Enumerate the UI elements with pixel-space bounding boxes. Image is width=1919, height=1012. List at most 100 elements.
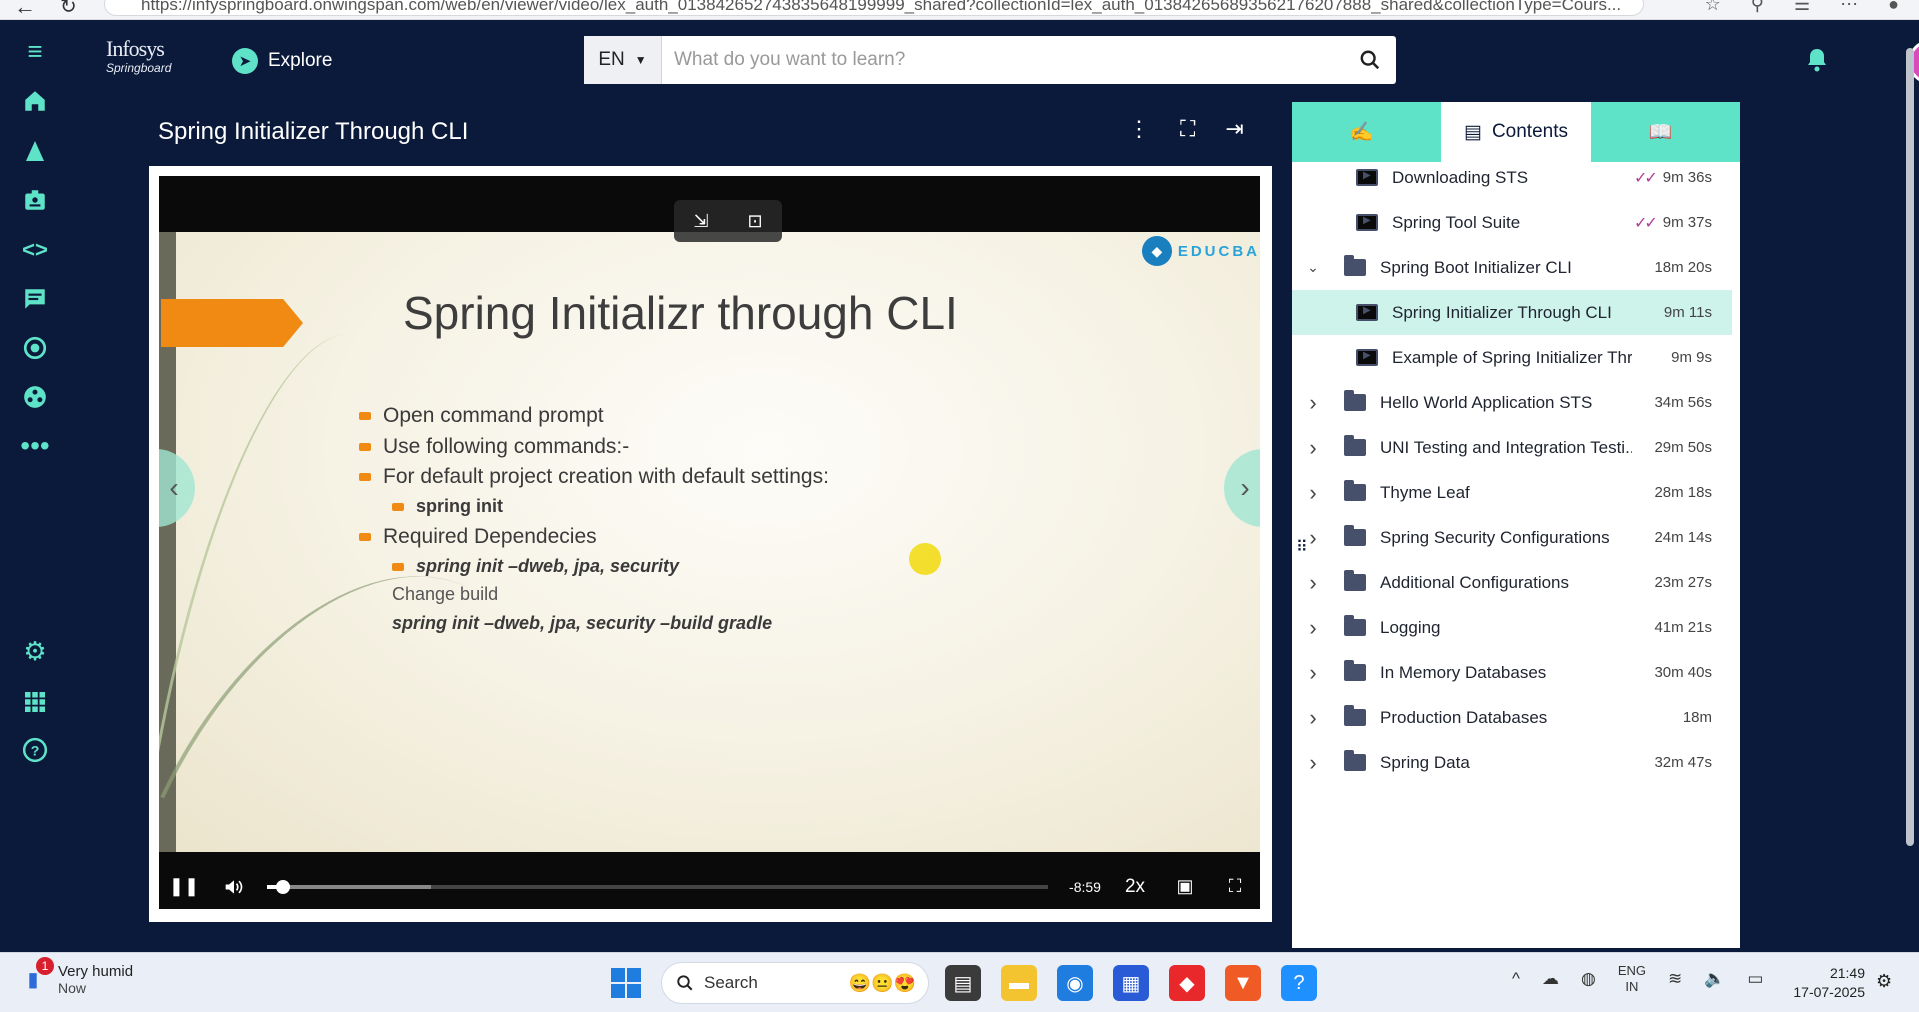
code-icon[interactable]: <>: [16, 231, 54, 269]
help-icon[interactable]: ?: [16, 731, 54, 769]
badge-icon[interactable]: [16, 181, 54, 219]
target-icon[interactable]: [16, 329, 54, 367]
exit-pip-icon[interactable]: ⇲: [693, 211, 708, 232]
folder-icon: [1344, 525, 1366, 546]
chevron-right-icon[interactable]: ›: [1304, 480, 1322, 506]
windows-start-icon[interactable]: [611, 968, 641, 998]
help-app-icon[interactable]: ?: [1281, 965, 1317, 1001]
folder-icon: [1344, 705, 1366, 726]
input-language[interactable]: ENG IN: [1618, 963, 1646, 995]
contents-list: Downloading STS✓✓9m 36sSpring Tool Suite…: [1292, 162, 1740, 948]
address-bar[interactable]: https://infyspringboard.onwingspan.com/w…: [104, 0, 1644, 16]
module-row[interactable]: ⌄ Spring Boot Initializer CLI 18m 20s: [1292, 245, 1732, 290]
chevron-up-icon[interactable]: ^: [1512, 969, 1520, 989]
module-row[interactable]: › Spring Security Configurations 24m 14s: [1292, 515, 1732, 560]
scrubber-handle[interactable]: [275, 879, 290, 894]
video-player: ◆ EDUCBA Spring Initializr through CLI O…: [149, 166, 1272, 922]
tab-contents[interactable]: ▤ Contents: [1441, 102, 1591, 162]
taskbar-search[interactable]: Search 😄😐😍: [661, 962, 929, 1004]
weather-text: Very humid: [58, 963, 134, 980]
extensions-icon[interactable]: ⚲: [1751, 0, 1764, 15]
module-row[interactable]: › Logging 41m 21s: [1292, 605, 1732, 650]
module-row[interactable]: › UNI Testing and Integration Testi... 29m…: [1292, 425, 1732, 470]
caret-down-icon: ▼: [634, 53, 647, 67]
lesson-row[interactable]: Spring Initializer Through CLI 9m 11s: [1292, 290, 1732, 335]
video-fullscreen-icon[interactable]: ⛶: [1210, 876, 1260, 897]
wifi-icon[interactable]: ≋: [1668, 969, 1682, 989]
item-duration: 41m 21s: [1654, 619, 1712, 636]
search-input[interactable]: [662, 37, 1344, 83]
weather-widget[interactable]: ▮ 1 Very humid Now: [18, 956, 134, 996]
chevron-right-icon[interactable]: ›: [1304, 435, 1322, 461]
notification-center-icon[interactable]: ⚙: [1876, 971, 1892, 992]
slide-bullet: For default project creation with defaul…: [359, 465, 829, 489]
brave-browser-icon[interactable]: ▼: [1225, 965, 1261, 1001]
module-row[interactable]: › Thyme Leaf 28m 18s: [1292, 470, 1732, 515]
home-icon[interactable]: [16, 82, 54, 120]
visual-search-icon[interactable]: ⊡: [747, 211, 762, 232]
module-row[interactable]: › Production Databases 18m: [1292, 695, 1732, 740]
pause-icon[interactable]: ❚❚: [159, 876, 209, 897]
volume-icon[interactable]: [209, 878, 259, 896]
collapse-panel-icon[interactable]: ⇥: [1225, 116, 1243, 142]
edge-browser-icon[interactable]: ◉: [1057, 965, 1093, 1001]
search-icon[interactable]: [1344, 49, 1396, 71]
system-clock[interactable]: 21:49 17-07-2025: [1785, 964, 1865, 1002]
gear-icon[interactable]: ⚙: [16, 632, 54, 670]
battery-icon[interactable]: ▭: [1747, 969, 1763, 989]
playback-speed-button[interactable]: 2x: [1110, 876, 1160, 898]
diamond-app-icon[interactable]: ◆: [1169, 965, 1205, 1001]
video-surface[interactable]: ◆ EDUCBA Spring Initializr through CLI O…: [159, 176, 1260, 909]
module-row[interactable]: › Hello World Application STS 34m 56s: [1292, 380, 1732, 425]
community-icon[interactable]: [16, 378, 54, 416]
module-row[interactable]: › Additional Configurations 23m 27s: [1292, 560, 1732, 605]
navigation-icon[interactable]: [16, 132, 54, 170]
chevron-right-icon[interactable]: ›: [1304, 705, 1322, 731]
chevron-right-icon[interactable]: ›: [1304, 750, 1322, 776]
picture-in-picture-icon[interactable]: ▣: [1160, 876, 1210, 897]
weather-badge: 1: [36, 956, 54, 975]
network-globe-icon[interactable]: ◍: [1581, 969, 1596, 989]
scrollbar[interactable]: [1906, 48, 1914, 846]
item-title: Production Databases: [1380, 707, 1548, 727]
reload-icon[interactable]: ↻: [60, 0, 77, 19]
chat-icon[interactable]: [16, 280, 54, 318]
chevron-right-icon[interactable]: ›: [1304, 615, 1322, 641]
favorites-icon[interactable]: ☰: [1794, 0, 1810, 15]
tab-notes[interactable]: 📖: [1591, 102, 1740, 162]
back-arrow-icon[interactable]: ←: [14, 0, 36, 20]
lesson-row[interactable]: Downloading STS ✓✓9m 36s: [1292, 162, 1732, 200]
explore-button[interactable]: ➤ Explore: [232, 48, 332, 74]
video-overlay-tools: ⇲ ⊡: [674, 200, 782, 242]
task-view-icon[interactable]: ▤: [945, 965, 981, 1001]
tab-discussion[interactable]: ✍: [1292, 102, 1441, 162]
speaker-icon[interactable]: 🔈: [1704, 969, 1725, 989]
slide-frame: ◆ EDUCBA Spring Initializr through CLI O…: [159, 232, 1260, 878]
favorite-star-icon[interactable]: ☆: [1705, 0, 1721, 15]
lesson-row[interactable]: Example of Spring Initializer Thro... 9m …: [1292, 335, 1732, 380]
more-dots-icon[interactable]: •••: [16, 427, 54, 465]
notification-bell-icon[interactable]: [1805, 47, 1829, 80]
progress-bar[interactable]: [267, 879, 1048, 894]
kebab-menu-icon[interactable]: ⋮: [1128, 116, 1150, 142]
chevron-right-icon[interactable]: ›: [1304, 570, 1322, 596]
fullscreen-icon[interactable]: ⛶: [1180, 116, 1195, 142]
file-explorer-icon[interactable]: ▬: [1001, 965, 1037, 1001]
profile-icon[interactable]: ●: [1888, 0, 1899, 15]
apps-grid-icon[interactable]: [16, 683, 54, 721]
chevron-right-icon[interactable]: ›: [1304, 390, 1322, 416]
menu-icon[interactable]: ≡: [16, 32, 54, 70]
drag-handle-icon[interactable]: ⠿: [1296, 540, 1308, 556]
explore-label: Explore: [268, 50, 333, 71]
lesson-row[interactable]: Spring Tool Suite ✓✓9m 37s: [1292, 200, 1732, 245]
more-icon[interactable]: ⋯: [1840, 0, 1858, 15]
chevron-right-icon[interactable]: ›: [1304, 660, 1322, 686]
language-select[interactable]: EN ▼: [584, 36, 662, 84]
video-lesson-icon: [1356, 169, 1378, 186]
store-icon[interactable]: ▦: [1113, 965, 1149, 1001]
module-row[interactable]: › In Memory Databases 30m 40s: [1292, 650, 1732, 695]
module-row[interactable]: › Spring Data 32m 47s: [1292, 740, 1732, 785]
cloud-icon[interactable]: ☁: [1542, 969, 1559, 989]
chevron-down-icon[interactable]: ⌄: [1304, 259, 1322, 276]
infosys-springboard-logo[interactable]: Infosys Springboard: [106, 38, 171, 75]
